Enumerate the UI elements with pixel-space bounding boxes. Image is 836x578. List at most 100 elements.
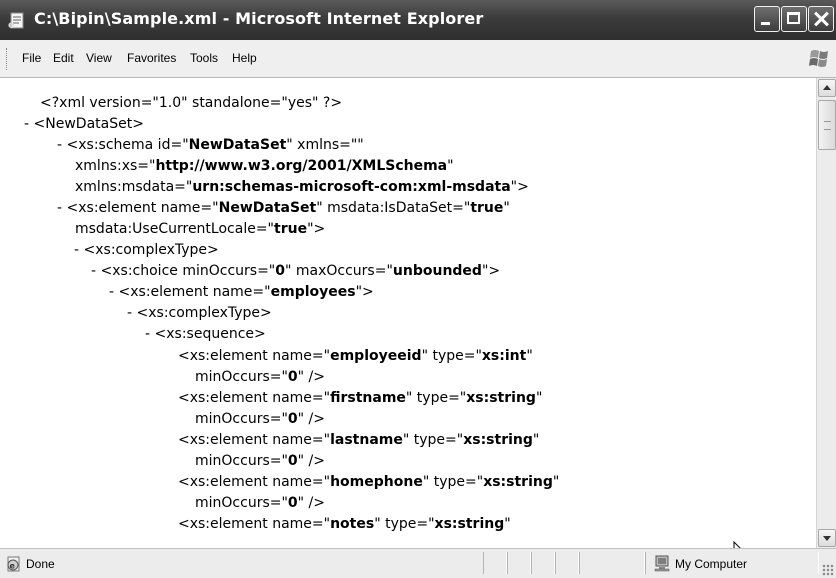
vertical-scrollbar[interactable]	[816, 78, 836, 548]
collapse-toggle[interactable]: -	[91, 263, 101, 279]
xml-value: xs:string	[463, 432, 533, 448]
xml-markup: "	[526, 348, 533, 364]
xml-markup: " />	[297, 453, 326, 469]
xml-markup: " />	[297, 369, 326, 385]
collapse-toggle[interactable]: -	[74, 242, 84, 258]
xml-value: homephone	[330, 474, 423, 490]
xml-document-view[interactable]: <?xml version="1.0" standalone="yes" ?> -…	[0, 78, 816, 548]
collapse-toggle[interactable]: -	[57, 137, 67, 153]
xml-markup: minOccurs="	[195, 369, 288, 385]
xml-markup: <xs:schema id="	[66, 137, 189, 153]
menu-tools[interactable]: Tools	[190, 50, 218, 66]
menu-edit[interactable]: Edit	[53, 50, 74, 66]
xml-line: - <xs:element name="employees">	[109, 282, 374, 303]
xml-markup: " xmlns=""	[286, 137, 364, 153]
menu-help[interactable]: Help	[232, 50, 257, 66]
xml-line: <xs:element name="notes" type="xs:string…	[178, 514, 511, 535]
xml-value: 0	[287, 453, 298, 469]
xml-markup: <xs:element name="	[178, 516, 331, 532]
status-cell	[507, 552, 531, 574]
xml-value: firstname	[330, 390, 406, 406]
windows-flag-icon	[809, 50, 828, 67]
menu-file[interactable]: File	[22, 50, 41, 66]
scroll-up-button[interactable]	[818, 79, 836, 97]
xml-value: xs:string	[483, 474, 553, 490]
xml-line: - <NewDataSet>	[24, 114, 144, 135]
xml-markup: <?xml version="1.0" standalone="yes" ?>	[40, 95, 343, 111]
maximize-button[interactable]	[781, 6, 807, 32]
xml-value: 0	[287, 411, 298, 427]
xml-markup: <xs:complexType>	[136, 305, 272, 321]
xml-value: notes	[330, 516, 375, 532]
ie-globe-icon: e	[7, 556, 20, 572]
xml-markup: "	[535, 390, 543, 406]
xml-markup: <xs:element name="	[178, 432, 331, 448]
menu-favorites[interactable]: Favorites	[127, 50, 176, 66]
collapse-toggle[interactable]: -	[127, 305, 137, 321]
xml-markup: " type="	[405, 390, 467, 406]
xml-line: - <xs:choice minOccurs="0" maxOccurs="un…	[91, 261, 500, 282]
xml-markup: "	[447, 158, 454, 174]
collapse-toggle[interactable]: -	[109, 284, 119, 300]
xml-markup: "	[532, 432, 540, 448]
xml-value: lastname	[330, 432, 403, 448]
xml-line: - <xs:complexType>	[74, 240, 219, 261]
xml-value: NewDataSet	[188, 137, 287, 153]
xml-markup: ">	[510, 179, 529, 195]
xml-line: xmlns:xs="http://www.w3.org/2001/XMLSche…	[75, 156, 454, 177]
status-cell	[531, 552, 555, 574]
xml-markup: msdata:UseCurrentLocale="	[75, 221, 274, 237]
xml-line: <?xml version="1.0" standalone="yes" ?>	[40, 93, 342, 114]
security-zone-label: My Computer	[675, 557, 748, 571]
xml-markup: ">	[481, 263, 501, 279]
xml-markup: "	[552, 474, 560, 490]
close-button[interactable]	[808, 6, 834, 32]
xml-line: - <xs:schema id="NewDataSet" xmlns=""	[57, 135, 364, 156]
resize-grip[interactable]	[822, 564, 834, 576]
xml-line: minOccurs="0" />	[195, 493, 325, 514]
xml-line: - <xs:sequence>	[145, 324, 266, 345]
xml-markup: " maxOccurs="	[285, 263, 393, 279]
xml-value: unbounded	[392, 263, 482, 279]
xml-line: <xs:element name="lastname" type="xs:str…	[178, 430, 539, 451]
scroll-thumb[interactable]	[818, 100, 836, 150]
xml-markup: " type="	[422, 474, 484, 490]
xml-markup: minOccurs="	[195, 411, 288, 427]
xml-markup: <NewDataSet>	[33, 116, 144, 132]
xml-markup: ">	[307, 221, 326, 237]
xml-markup: <xs:element name="	[118, 284, 271, 300]
xml-value: NewDataSet	[218, 200, 317, 216]
xml-markup: <xs:element name="	[178, 390, 331, 406]
scroll-down-button[interactable]	[818, 529, 836, 547]
toolbar-grip[interactable]	[6, 48, 9, 70]
xml-value: xs:string	[466, 390, 536, 406]
xml-markup: xmlns:msdata="	[75, 179, 193, 195]
window-title: C:\Bipin\Sample.xml - Microsoft Internet…	[34, 9, 484, 28]
menu-view[interactable]: View	[86, 50, 112, 66]
xml-value: urn:schemas-microsoft-com:xml-msdata	[192, 179, 511, 195]
xml-markup: minOccurs="	[195, 495, 288, 511]
collapse-toggle[interactable]: -	[145, 326, 155, 342]
ie-window: e C:\Bipin\Sample.xml - Microsoft Intern…	[0, 0, 836, 578]
xml-value: true	[470, 200, 504, 216]
xml-value: employees	[270, 284, 356, 300]
svg-text:e: e	[10, 562, 16, 571]
xml-line: - <xs:complexType>	[127, 303, 272, 324]
xml-markup: "	[504, 516, 511, 532]
xml-markup: xmlns:xs="	[75, 158, 156, 174]
collapse-toggle[interactable]: -	[57, 200, 67, 216]
xml-markup: minOccurs="	[195, 453, 288, 469]
xml-markup: <xs:sequence>	[154, 326, 266, 342]
title-bar[interactable]: e C:\Bipin\Sample.xml - Microsoft Intern…	[0, 0, 836, 40]
xml-value: 0	[287, 495, 298, 511]
collapse-toggle[interactable]: -	[24, 116, 34, 132]
xml-value: 0	[287, 369, 298, 385]
xml-line: <xs:element name="homephone" type="xs:st…	[178, 472, 559, 493]
status-cell	[555, 552, 579, 574]
xml-markup: <xs:choice minOccurs="	[100, 263, 276, 279]
xml-markup: <xs:complexType>	[83, 242, 219, 258]
minimize-button[interactable]	[754, 6, 780, 32]
status-cell	[579, 552, 645, 574]
xml-markup: <xs:element name="	[66, 200, 219, 216]
xml-line: <xs:element name="firstname" type="xs:st…	[178, 388, 542, 409]
